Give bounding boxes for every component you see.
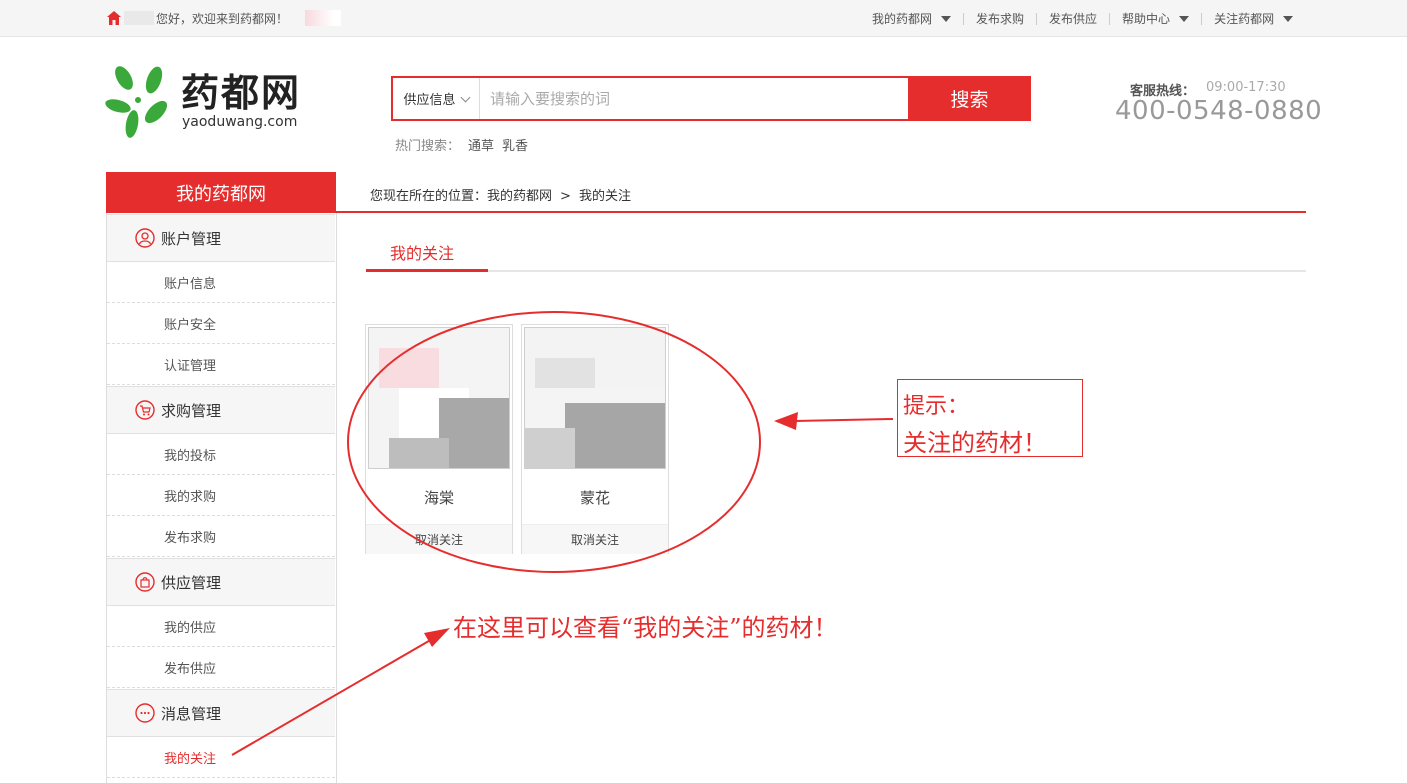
product-name[interactable]: 海棠 xyxy=(366,487,512,508)
dropdown-triangle-icon xyxy=(1283,16,1294,22)
sidebar-group-account[interactable]: 账户管理 xyxy=(107,214,335,262)
tip-title: 提示： xyxy=(903,394,970,419)
hot-keyword[interactable]: 通草 xyxy=(468,139,494,154)
sidebar-item-account-security[interactable]: 账户安全 xyxy=(107,303,335,344)
cart-circle-icon xyxy=(135,400,155,420)
bag-circle-icon xyxy=(135,572,155,592)
chevron-down-icon xyxy=(460,92,470,102)
topnav-post-purchase[interactable]: 发布求购 xyxy=(964,10,1036,27)
dropdown-triangle-icon xyxy=(941,16,952,22)
dropdown-triangle-icon xyxy=(1179,16,1190,22)
hot-label: 热门搜索： xyxy=(395,139,461,154)
annotation-note: 在这里可以查看“我的关注”的药材！ xyxy=(453,614,838,642)
unfollow-button[interactable]: 取消关注 xyxy=(366,524,512,554)
breadcrumb-link[interactable]: 我的药都网 xyxy=(487,189,552,204)
home-icon[interactable] xyxy=(106,10,122,26)
topnav-follow-yaodu[interactable]: 关注药都网 xyxy=(1202,10,1305,27)
welcome-text: 您好，欢迎来到药都网！ xyxy=(156,12,289,26)
blurred-link xyxy=(305,10,341,26)
search-button[interactable]: 搜索 xyxy=(908,76,1031,121)
hot-keyword[interactable]: 乳香 xyxy=(502,139,528,154)
sidebar-item-my-purchases[interactable]: 我的求购 xyxy=(107,475,335,516)
sidebar-title[interactable]: 我的药都网 xyxy=(106,172,336,213)
breadcrumb-prefix: 您现在所在的位置： xyxy=(370,189,488,204)
breadcrumb-separator: > xyxy=(560,189,571,204)
breadcrumb-divider xyxy=(336,211,1306,213)
breadcrumb-current: 我的关注 xyxy=(578,189,631,204)
logo-domain: yaoduwang.com xyxy=(182,114,298,130)
blurred-username xyxy=(124,11,154,25)
user-circle-icon xyxy=(135,228,155,248)
product-image-blurred[interactable] xyxy=(368,327,510,469)
sidebar-item-my-supply[interactable]: 我的供应 xyxy=(107,606,335,647)
chat-circle-icon xyxy=(135,703,155,723)
tip-body: 关注的药材！ xyxy=(903,429,1047,457)
sidebar-item-my-follows[interactable]: 我的关注 xyxy=(107,737,335,778)
sidebar-item-post-supply[interactable]: 发布供应 xyxy=(107,647,335,688)
sidebar-item-certification[interactable]: 认证管理 xyxy=(107,344,335,385)
sidebar-group-messages[interactable]: 消息管理 xyxy=(107,689,335,737)
sidebar-item-post-purchase[interactable]: 发布求购 xyxy=(107,516,335,557)
tab-my-follows[interactable]: 我的关注 xyxy=(390,240,454,264)
breadcrumb: 您现在所在的位置：我的药都网 > 我的关注 xyxy=(370,185,631,204)
topnav-help-center[interactable]: 帮助中心 xyxy=(1110,10,1201,27)
favorite-card[interactable]: 海棠 取消关注 xyxy=(365,324,513,554)
unfollow-button[interactable]: 取消关注 xyxy=(522,524,668,554)
arrow-to-cards xyxy=(774,412,894,430)
sidebar-group-purchase[interactable]: 求购管理 xyxy=(107,386,335,434)
hot-searches: 热门搜索： 通草 乳香 xyxy=(395,135,528,154)
tab-rule xyxy=(366,270,1306,272)
topnav-post-supply[interactable]: 发布供应 xyxy=(1037,10,1109,27)
search-category-select[interactable]: 供应信息 xyxy=(393,78,480,119)
sidebar-item-my-bids[interactable]: 我的投标 xyxy=(107,434,335,475)
favorite-card[interactable]: 蒙花 取消关注 xyxy=(521,324,669,554)
hotline-hours: 09:00-17:30 xyxy=(1206,80,1286,95)
topnav-my-yaodu[interactable]: 我的药都网 xyxy=(860,10,963,27)
top-nav: 我的药都网 发布求购 发布供应 帮助中心 关注药都网 xyxy=(860,10,1305,27)
sidebar-item-account-info[interactable]: 账户信息 xyxy=(107,262,335,303)
logo-leaf-icon[interactable] xyxy=(104,64,172,140)
product-image-blurred[interactable] xyxy=(524,327,666,469)
search-input[interactable] xyxy=(480,78,908,119)
hotline-number: 400-0548-0880 xyxy=(1115,96,1323,126)
logo-text[interactable]: 药都网 xyxy=(181,72,301,114)
sidebar-group-supply[interactable]: 供应管理 xyxy=(107,558,335,606)
tab-active-underline xyxy=(366,269,488,272)
product-name[interactable]: 蒙花 xyxy=(522,487,668,508)
